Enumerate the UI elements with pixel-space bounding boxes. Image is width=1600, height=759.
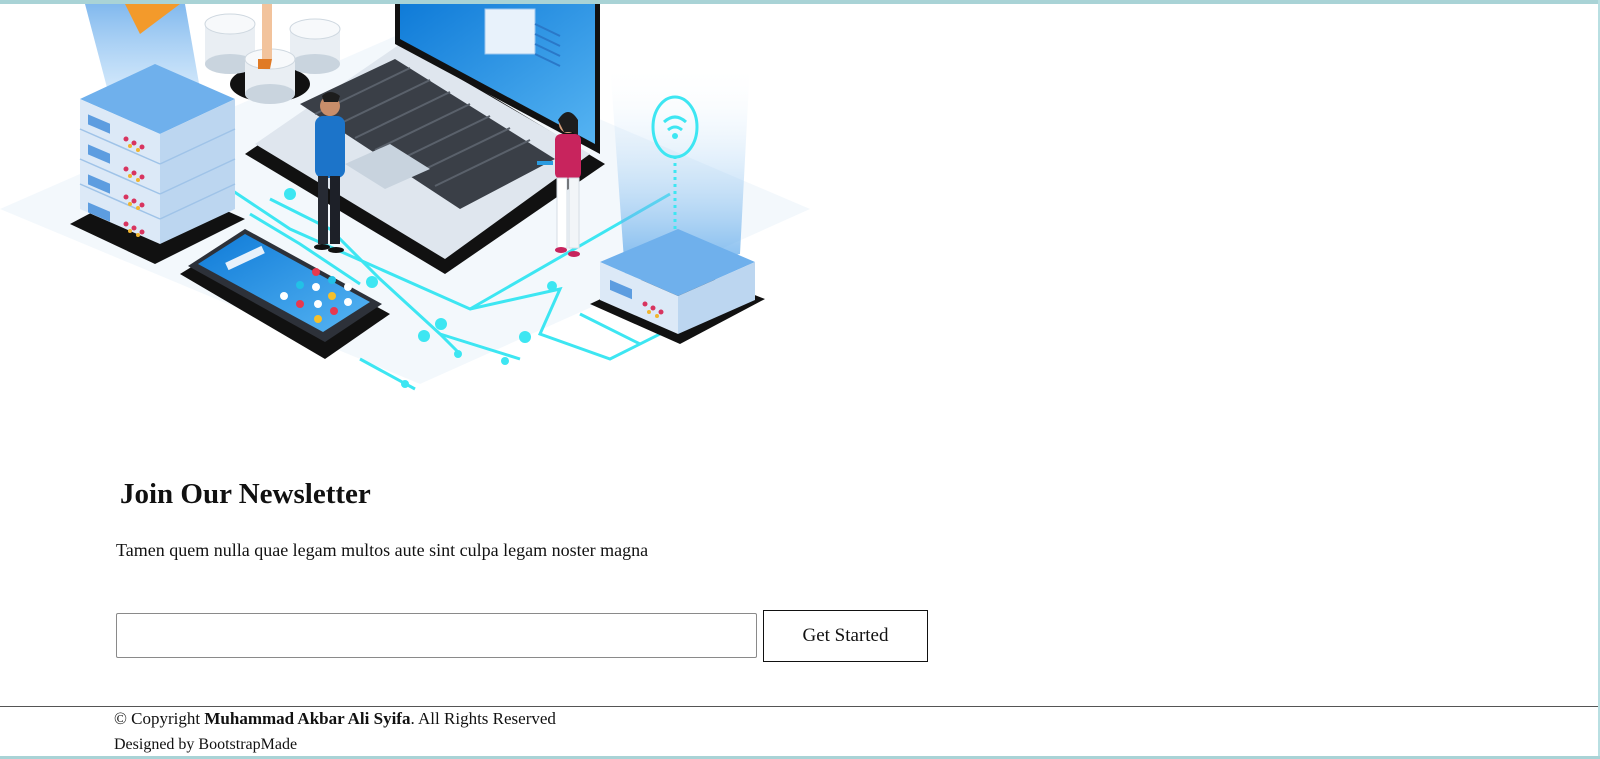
footer-divider — [0, 706, 1598, 707]
newsletter-email-input[interactable] — [116, 613, 757, 658]
copyright-owner: Muhammad Akbar Ali Syifa — [204, 709, 411, 728]
copyright-suffix: . All Rights Reserved — [410, 709, 556, 728]
footer-credits: Designed by BootstrapMade — [114, 736, 298, 753]
get-started-button[interactable]: Get Started — [763, 610, 928, 662]
newsletter-description: Tamen quem nulla quae legam multos aute … — [116, 540, 649, 560]
footer-copyright: © Copyright Muhammad Akbar Ali Syifa. Al… — [114, 709, 556, 729]
newsletter-title: Join Our Newsletter — [120, 478, 371, 510]
copyright-prefix: © Copyright — [114, 709, 205, 728]
hero-illustration — [0, 4, 810, 391]
